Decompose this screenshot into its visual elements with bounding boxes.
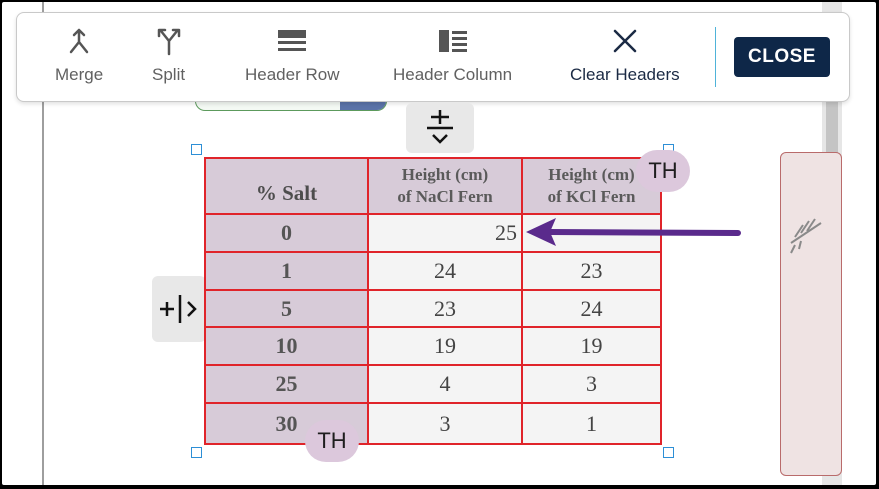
split-button[interactable]: Split (152, 21, 185, 93)
insert-column-handle[interactable] (152, 276, 206, 342)
kcl-cell[interactable]: 3 (521, 364, 662, 405)
header-nacl-line1: Height (cm) (401, 165, 489, 184)
row-header-cell[interactable]: 25 (204, 364, 369, 405)
fern-image (790, 218, 822, 254)
merge-button[interactable]: Merge (55, 21, 103, 93)
th-badge-top-right: TH (636, 150, 690, 192)
table-row: 30 3 1 (204, 402, 662, 445)
side-figure (780, 152, 842, 476)
nacl-cell[interactable]: 19 (367, 326, 523, 367)
row-header-cell[interactable]: 5 (204, 288, 369, 329)
nacl-cell[interactable]: 24 (367, 250, 523, 291)
header-kcl-line1: Height (cm) (548, 165, 635, 184)
toolbar-divider (715, 27, 716, 87)
header-column-button[interactable]: Header Column (393, 21, 512, 93)
table-header-row: % Salt Height (cm) of NaCl Fern Height (… (204, 157, 662, 215)
nacl-cell[interactable]: 3 (367, 402, 523, 445)
merge-icon (66, 21, 92, 61)
insert-row-icon (427, 110, 453, 144)
selection-corner-top-left[interactable] (191, 144, 202, 155)
kcl-cell[interactable]: 19 (521, 326, 662, 367)
kcl-cell[interactable]: 24 (521, 288, 662, 329)
header-nacl-line2: of NaCl Fern (397, 187, 493, 206)
header-kcl-line2: of KCl Fern (547, 187, 636, 206)
header-cell-salt[interactable]: % Salt (204, 157, 369, 215)
table-row: 5 23 24 (204, 288, 662, 329)
table-row: 10 19 19 (204, 326, 662, 367)
row-header-cell[interactable]: 0 (204, 213, 369, 253)
kcl-cell[interactable]: 1 (521, 402, 662, 445)
table-toolbar: Merge Split Header Row Header Column Cle… (16, 12, 850, 102)
table-row: 1 24 23 (204, 250, 662, 291)
nacl-cell[interactable]: 25 (367, 213, 523, 253)
table-row: 25 4 3 (204, 364, 662, 405)
clear-headers-button[interactable]: Clear Headers (570, 21, 680, 93)
insert-column-icon (160, 295, 197, 323)
selection-corner-bottom-left[interactable] (191, 447, 202, 458)
split-icon (156, 21, 182, 61)
header-row-button[interactable]: Header Row (245, 21, 340, 93)
nacl-cell[interactable]: 23 (367, 288, 523, 329)
selection-corner-bottom-right[interactable] (663, 447, 674, 458)
header-cell-nacl[interactable]: Height (cm) of NaCl Fern (367, 157, 523, 215)
row-header-cell[interactable]: 1 (204, 250, 369, 291)
data-table: % Salt Height (cm) of NaCl Fern Height (… (204, 157, 662, 445)
close-icon (612, 21, 638, 61)
close-button[interactable]: CLOSE (734, 37, 830, 77)
nacl-cell[interactable]: 4 (367, 364, 523, 405)
annotation-arrow-icon (526, 218, 741, 246)
insert-row-handle[interactable] (406, 103, 474, 153)
header-row-icon (277, 21, 307, 61)
th-badge-bottom: TH (305, 420, 359, 462)
header-column-icon (438, 21, 468, 61)
row-header-cell[interactable]: 10 (204, 326, 369, 367)
kcl-cell[interactable]: 23 (521, 250, 662, 291)
